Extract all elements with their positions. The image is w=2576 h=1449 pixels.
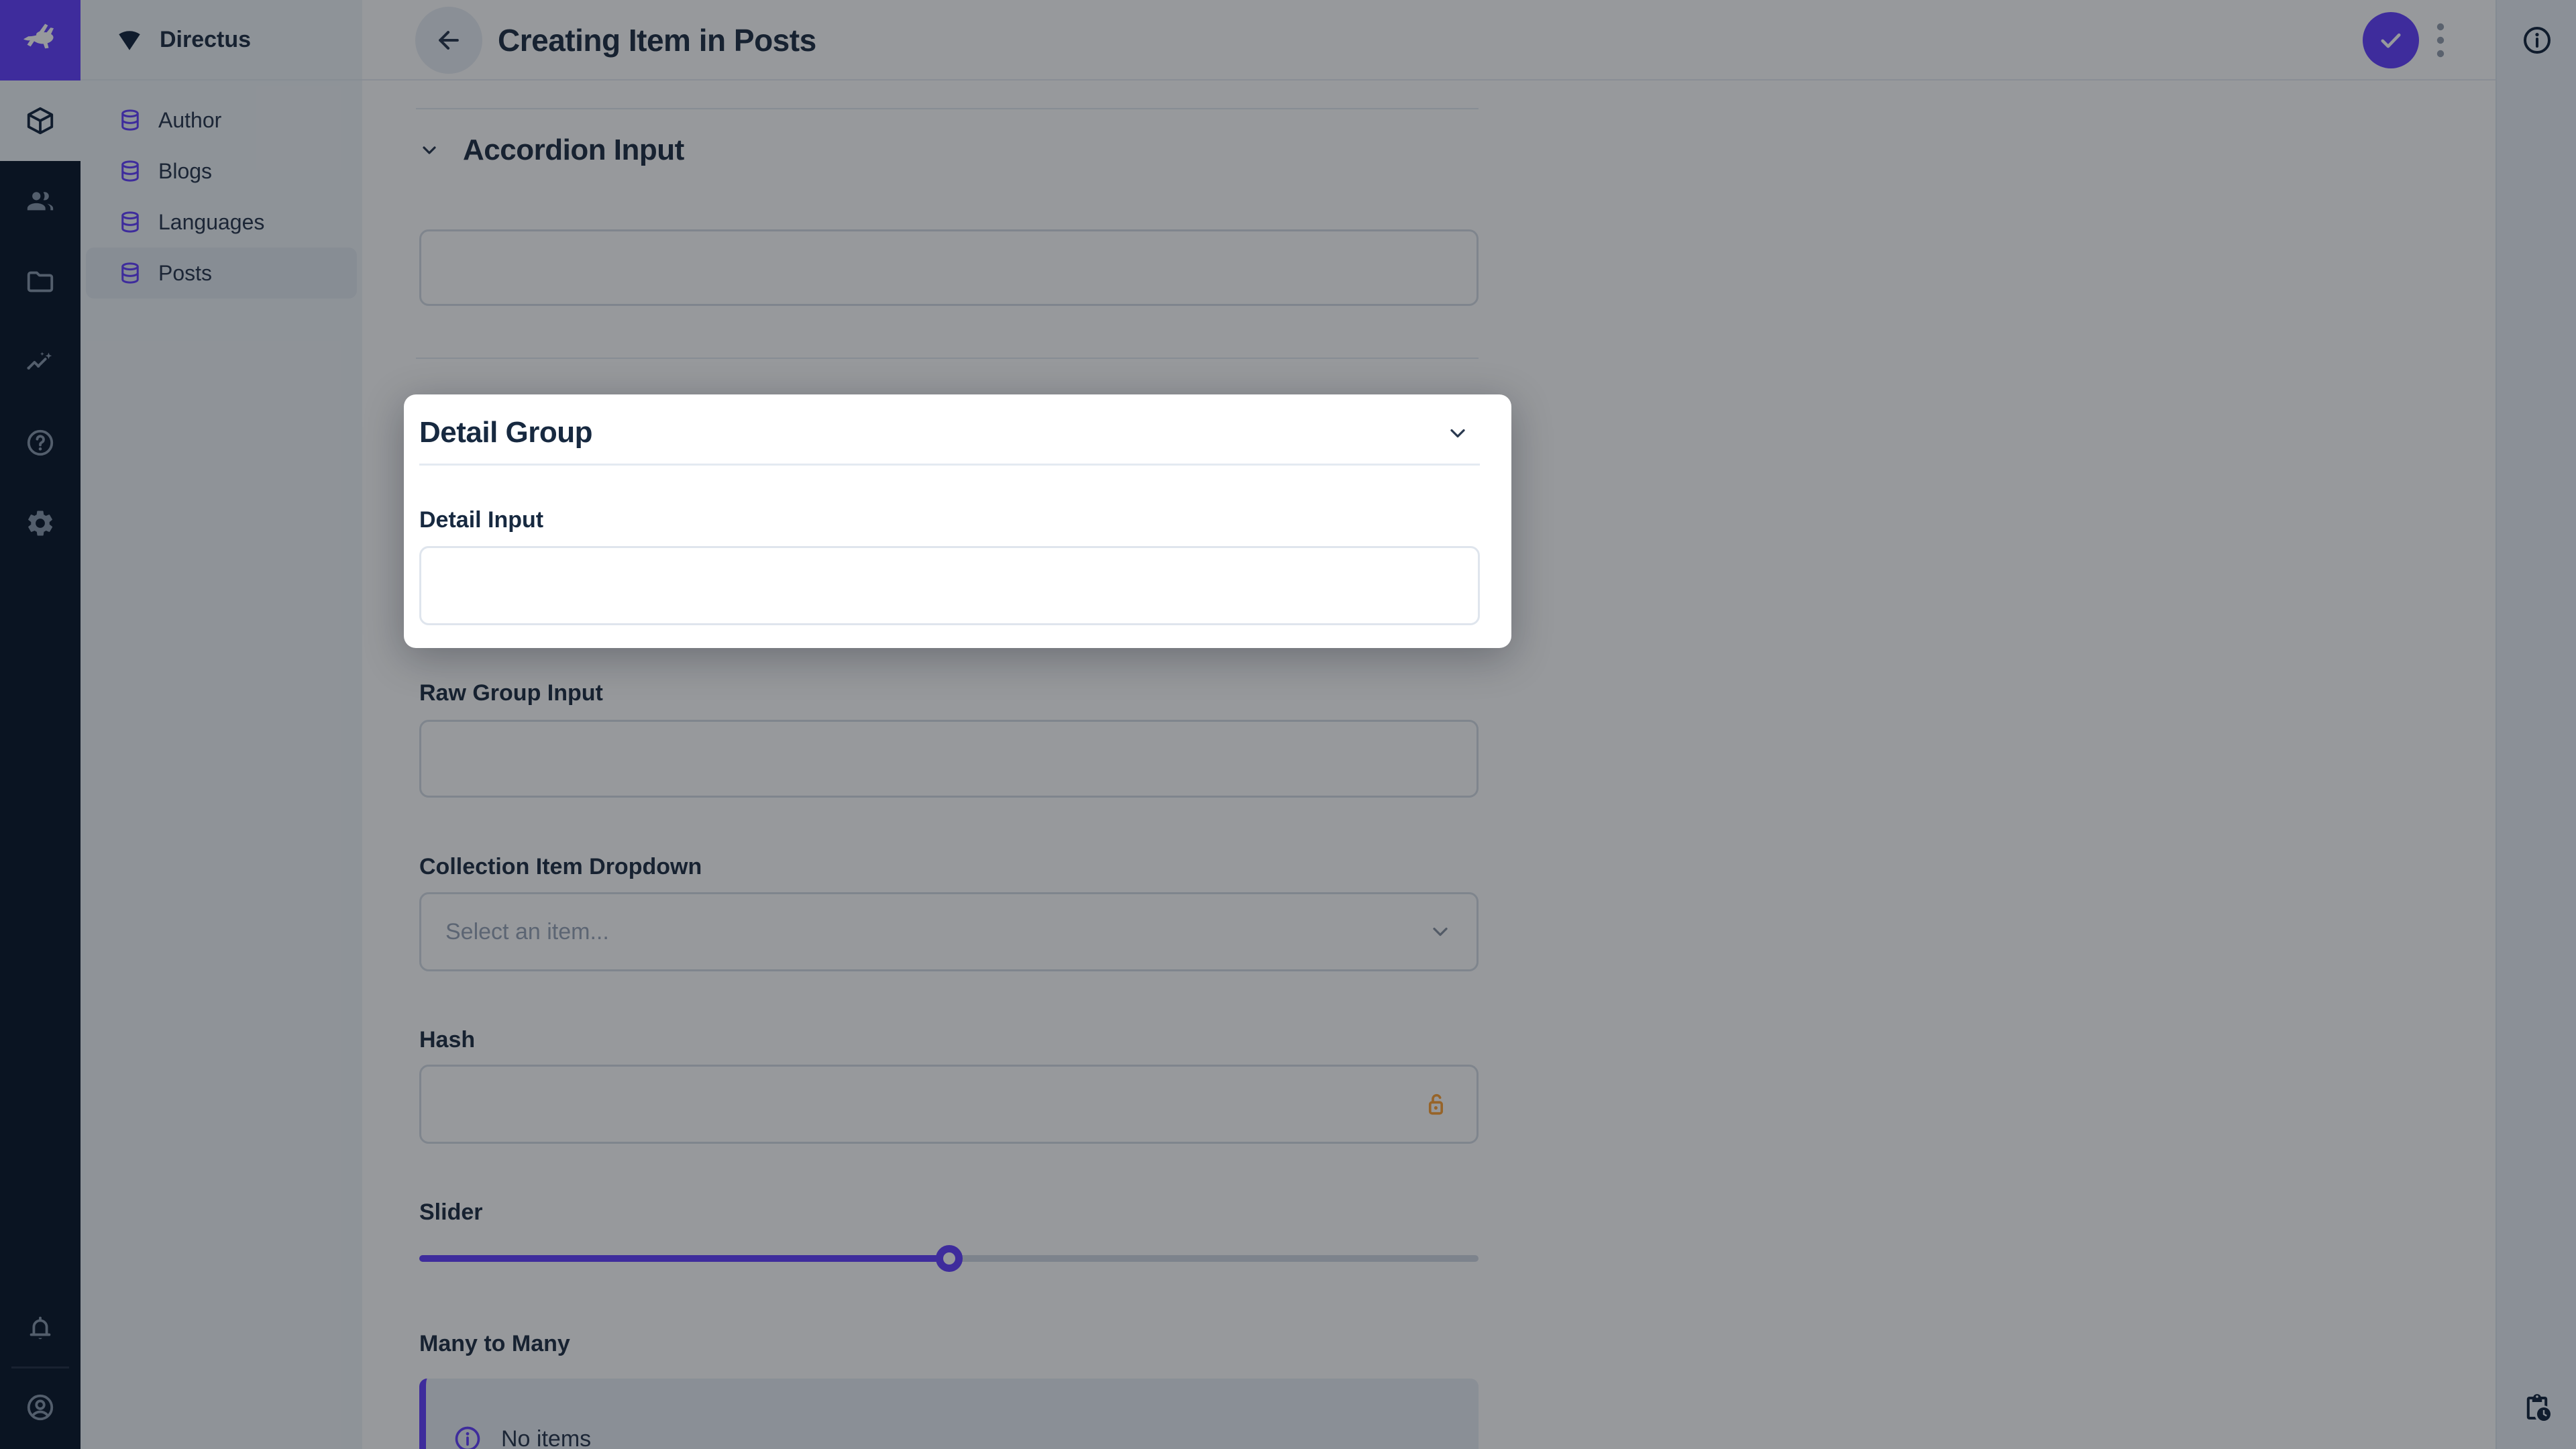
detail-group-card: Detail Group Detail Input (404, 394, 1511, 648)
spotlight-overlay (0, 0, 2576, 1449)
detail-group-title: Detail Group (419, 416, 593, 449)
chevron-down-icon[interactable] (1446, 421, 1470, 445)
detail-input-label: Detail Input (419, 507, 544, 533)
divider (419, 464, 1480, 466)
detail-input-field[interactable] (419, 546, 1480, 625)
